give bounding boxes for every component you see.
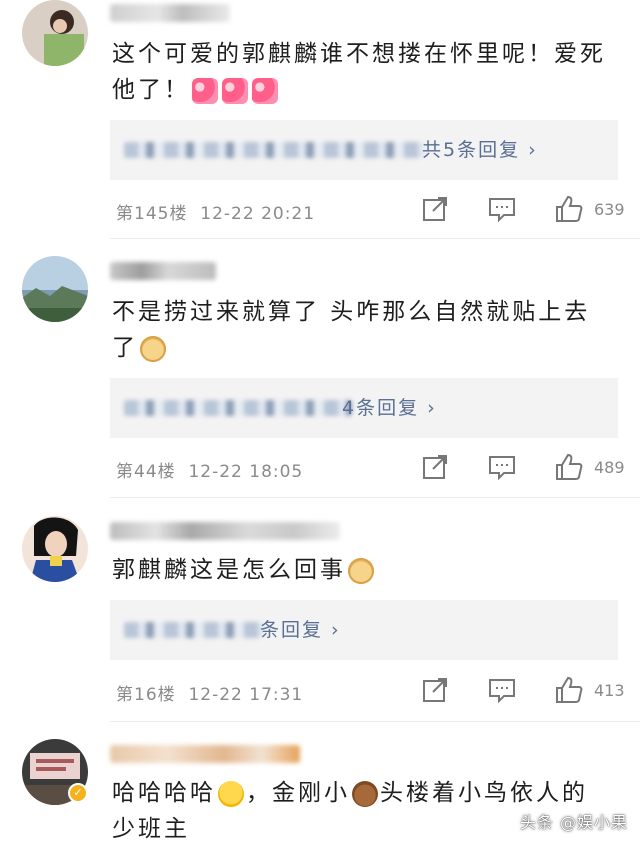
verified-badge-icon: ✓ (68, 783, 88, 803)
view-replies-link[interactable]: 4条回复 › (342, 395, 437, 421)
comment-meta: 第145楼 12-22 20:21 (116, 199, 315, 224)
avatar[interactable] (22, 0, 88, 66)
reply-preview-text (124, 622, 264, 638)
comment-icon[interactable] (487, 675, 517, 705)
reply-preview[interactable]: 4条回复 › (110, 378, 618, 438)
username[interactable] (110, 745, 300, 763)
share-icon[interactable] (420, 194, 450, 224)
timestamp: 12-22 17:31 (188, 685, 304, 705)
comment-meta: 第44楼 12-22 18:05 (116, 457, 303, 482)
comment-meta: 第16楼 12-22 17:31 (116, 680, 303, 705)
like-count: 413 (594, 681, 625, 700)
divider (110, 497, 640, 498)
comment-icon[interactable] (487, 194, 517, 224)
reply-preview-text (124, 400, 352, 416)
like-count: 489 (594, 458, 625, 477)
avatar[interactable] (22, 256, 88, 322)
view-replies-link[interactable]: 条回复 › (260, 617, 341, 643)
watermark: 头条 @娱小果 (519, 813, 628, 832)
thumbs-up-icon[interactable] (554, 194, 584, 224)
comment-item: 郭麒麟这是怎么回事 条回复 › 第16楼 12-22 17:31 413 (0, 514, 640, 724)
username[interactable] (110, 4, 230, 22)
share-icon[interactable] (420, 675, 450, 705)
timestamp: 12-22 18:05 (188, 462, 304, 482)
reply-preview-text (124, 142, 424, 158)
comment-icon[interactable] (487, 452, 517, 482)
comment-text: 这个可爱的郭麒麟谁不想搂在怀里呢！爱死他了！ (112, 41, 606, 104)
share-icon[interactable] (420, 452, 450, 482)
floor-number: 第145楼 (116, 204, 188, 224)
avatar[interactable] (22, 516, 88, 582)
username[interactable] (110, 522, 340, 540)
comment-text: 不是捞过来就算了 头咋那么自然就贴上去了 (112, 299, 591, 362)
floor-number: 第44楼 (116, 462, 176, 482)
doge-emoji-icon (348, 557, 374, 584)
heart-eyes-emoji-icon (192, 77, 218, 104)
heart-eyes-emoji-icon (252, 77, 278, 104)
username[interactable] (110, 262, 216, 280)
divider (110, 721, 640, 722)
doge-emoji-icon (140, 335, 166, 362)
bear-emoji-icon (352, 780, 378, 807)
view-replies-link[interactable]: 共5条回复 › (422, 137, 538, 163)
reply-preview[interactable]: 共5条回复 › (110, 120, 618, 180)
divider (110, 238, 640, 239)
reply-preview[interactable]: 条回复 › (110, 600, 618, 660)
laugh-cry-emoji-icon (218, 780, 244, 807)
timestamp: 12-22 20:21 (200, 204, 316, 224)
comment-text: 郭麒麟这是怎么回事 (112, 552, 612, 588)
thumbs-up-icon[interactable] (554, 675, 584, 705)
thumbs-up-icon[interactable] (554, 452, 584, 482)
like-count: 639 (594, 200, 625, 219)
comment-item: 这个可爱的郭麒麟谁不想搂在怀里呢！爱死他了！ 共5条回复 › 第145楼 12-… (0, 0, 640, 238)
comment-item: 不是捞过来就算了 头咋那么自然就贴上去了 4条回复 › 第44楼 12-22 1… (0, 256, 640, 496)
heart-eyes-emoji-icon (222, 77, 248, 104)
floor-number: 第16楼 (116, 685, 176, 705)
